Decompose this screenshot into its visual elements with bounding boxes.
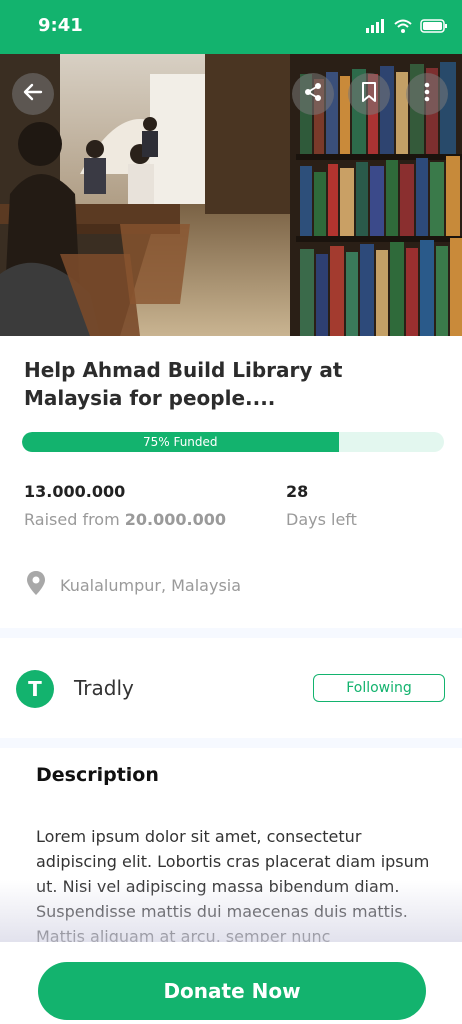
hero-image	[0, 54, 462, 336]
description-heading: Description	[36, 764, 159, 786]
share-button[interactable]	[292, 73, 334, 115]
days-left-label: Days left	[286, 510, 357, 529]
seller-avatar[interactable]: T	[16, 670, 54, 708]
wifi-icon	[394, 18, 412, 37]
location-text: Kualalumpur, Malaysia	[60, 575, 242, 595]
scroll-fade-overlay	[0, 880, 462, 944]
days-left-value: 28	[286, 482, 309, 501]
raised-from-label: Raised from 20.000.000	[24, 510, 226, 529]
battery-icon	[420, 18, 448, 37]
bottom-action-bar: Donate Now	[0, 942, 462, 1024]
status-bar: 9:41	[0, 0, 462, 54]
signal-icon	[366, 18, 386, 37]
status-time: 9:41	[38, 15, 83, 36]
more-button[interactable]	[406, 73, 448, 115]
campaign-location: Kualalumpur, Malaysia	[26, 570, 241, 600]
share-icon	[302, 81, 324, 107]
progress-label: 75% Funded	[142, 435, 218, 449]
arrow-left-icon	[22, 81, 44, 107]
bookmark-button[interactable]	[348, 73, 390, 115]
raised-from-prefix: Raised from	[24, 510, 120, 529]
seller-name[interactable]: Tradly	[74, 676, 134, 700]
status-icons	[366, 17, 448, 37]
more-vertical-icon	[416, 81, 438, 107]
campaign-info-card: Help Ahmad Build Library at Malaysia for…	[0, 336, 462, 628]
funding-progress-bar: 75% Funded	[22, 432, 444, 452]
campaign-title: Help Ahmad Build Library at Malaysia for…	[24, 358, 343, 410]
seller-card: T Tradly Following	[0, 638, 462, 738]
back-button[interactable]	[12, 73, 54, 115]
donate-now-button[interactable]: Donate Now	[38, 962, 426, 1020]
goal-amount: 20.000.000	[124, 510, 226, 529]
library-photo	[0, 54, 462, 336]
following-button[interactable]: Following	[313, 674, 445, 702]
raised-amount: 13.000.000	[24, 482, 126, 501]
bookmark-icon	[358, 81, 380, 107]
location-pin-icon	[26, 570, 46, 600]
